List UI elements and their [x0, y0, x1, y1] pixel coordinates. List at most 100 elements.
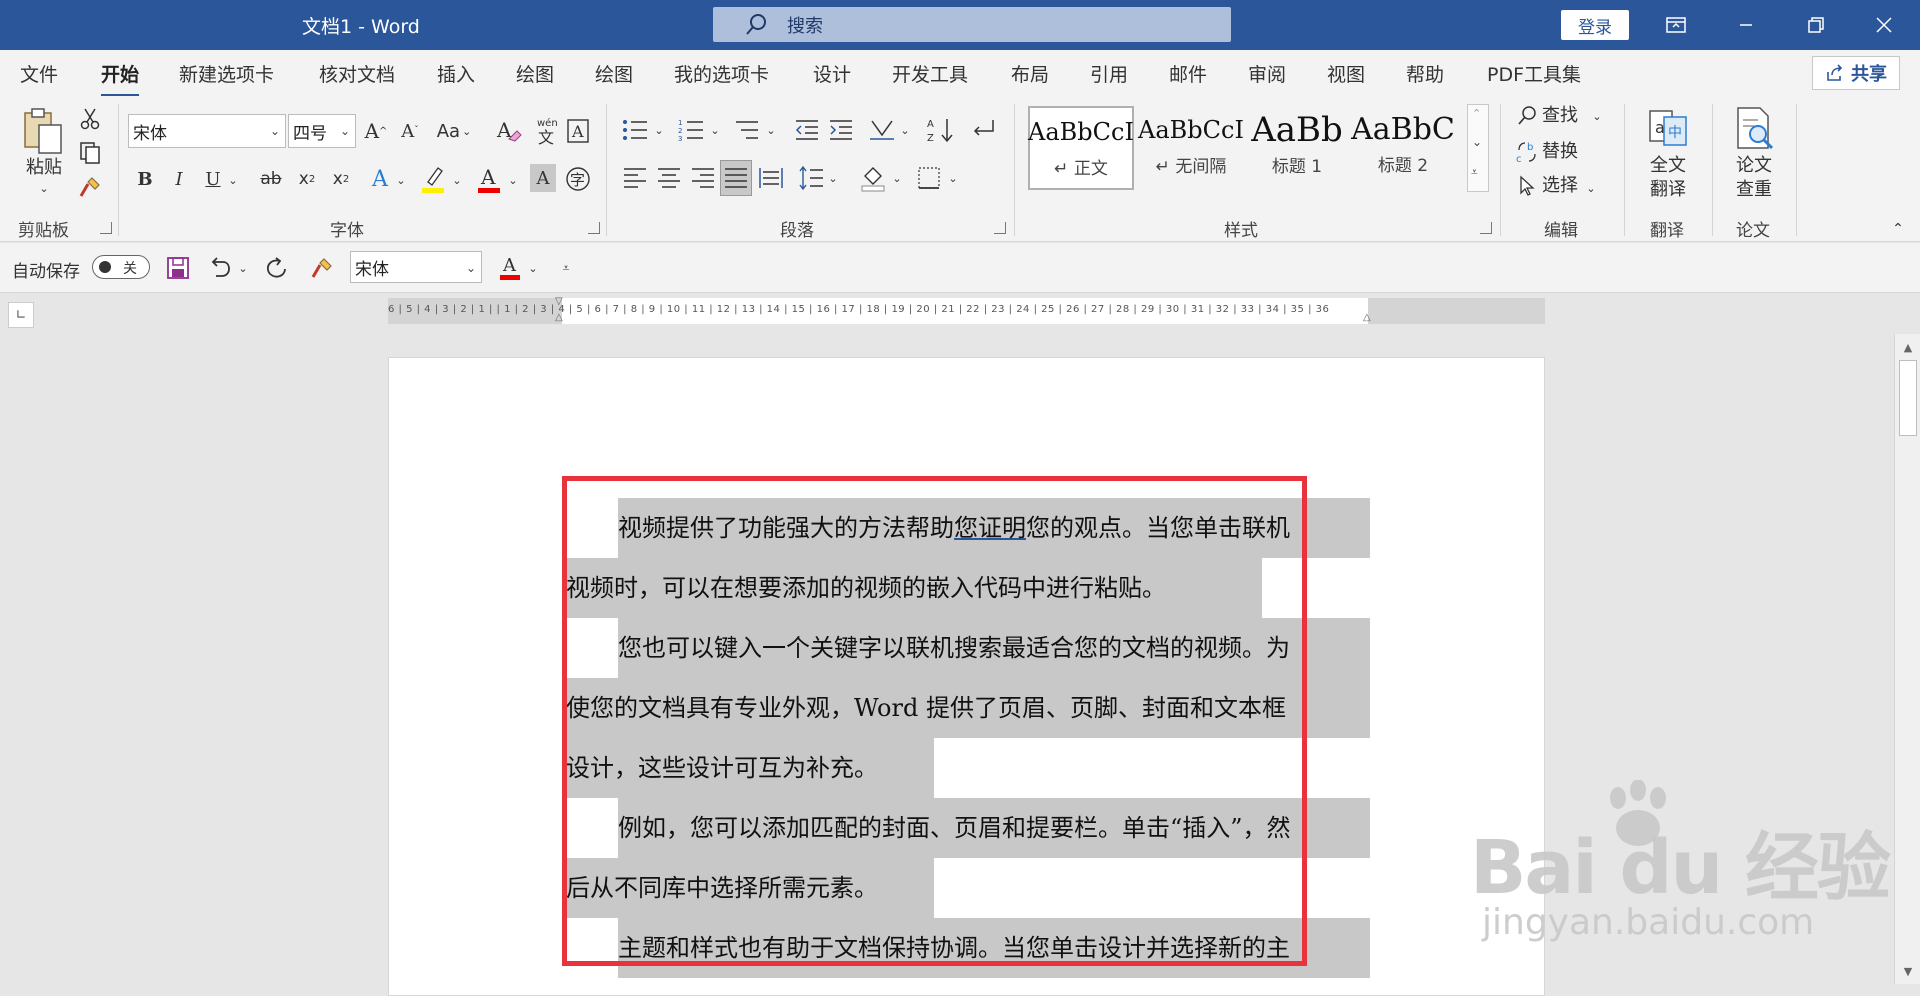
ribbon-display-options-icon[interactable] [1660, 10, 1692, 40]
style-no-spacing[interactable]: AaBbCcI ↵ 无间隔 [1138, 106, 1244, 190]
tab-pdf[interactable]: PDF工具集 [1487, 60, 1581, 87]
style-heading-2[interactable]: AaBbC 标题 2 [1350, 106, 1456, 190]
collapse-ribbon-icon[interactable]: ⌃ [1888, 220, 1908, 238]
phonetic-guide-icon[interactable]: wén 文 [532, 114, 562, 148]
font-color-icon[interactable]: A [474, 162, 504, 196]
chevron-down-icon[interactable]: ⌄ [506, 168, 520, 192]
tab-view[interactable]: 视图 [1327, 60, 1365, 87]
enclose-characters-icon[interactable]: 字 [564, 164, 592, 194]
scroll-thumb[interactable] [1899, 360, 1917, 436]
chevron-down-icon[interactable]: ⌄ [652, 118, 666, 142]
search-box[interactable]: 搜索 [713, 7, 1231, 42]
character-shading-icon[interactable]: A [530, 164, 556, 192]
chevron-down-icon[interactable]: ⌄ [898, 118, 912, 142]
replace-label[interactable]: 替换 [1542, 140, 1578, 164]
tab-draw-1[interactable]: 绘图 [516, 60, 554, 87]
change-case-button[interactable]: Aa ⌄ [434, 116, 474, 146]
indent-marker-icon[interactable]: △ [555, 312, 563, 323]
bullets-icon[interactable] [620, 114, 650, 146]
find-icon[interactable] [1514, 102, 1540, 130]
increase-indent-icon[interactable] [826, 114, 856, 146]
paste-icon[interactable] [20, 106, 66, 156]
vertical-scrollbar[interactable]: ▲ ▼ [1894, 334, 1920, 984]
customize-qat-icon[interactable]: ⩡ [556, 257, 576, 279]
tab-draw-2[interactable]: 绘图 [595, 60, 633, 87]
multilevel-list-icon[interactable] [732, 114, 762, 146]
align-right-icon[interactable] [688, 162, 718, 194]
shrink-font-icon[interactable]: Aˇ [396, 116, 424, 146]
select-label[interactable]: 选择 [1542, 174, 1578, 198]
font-size-select[interactable]: 四号 ⌄ [288, 114, 356, 148]
tab-proofread[interactable]: 核对文档 [319, 60, 395, 87]
chevron-down-icon[interactable]: ⌄ [946, 166, 960, 190]
copy-icon[interactable] [78, 140, 102, 166]
tab-selector-icon[interactable]: ∟ [8, 302, 34, 328]
login-button[interactable]: 登录 [1561, 10, 1629, 40]
paste-chevron-icon[interactable]: ⌄ [36, 182, 52, 195]
tab-mailings[interactable]: 邮件 [1169, 60, 1207, 87]
save-icon[interactable] [164, 253, 192, 283]
shading-icon[interactable] [858, 162, 888, 194]
chinese-layout-icon[interactable] [866, 114, 898, 146]
bold-icon[interactable]: B [132, 164, 158, 194]
cut-icon[interactable] [78, 106, 102, 132]
italic-icon[interactable]: I [166, 164, 192, 194]
tab-review[interactable]: 审阅 [1248, 60, 1286, 87]
chevron-down-icon[interactable]: ⌄ [226, 168, 240, 192]
decrease-indent-icon[interactable] [792, 114, 822, 146]
paper-check-icon[interactable] [1730, 104, 1778, 154]
style-normal[interactable]: AaBbCcI ↵ 正文 [1028, 106, 1134, 190]
chevron-down-icon[interactable]: ⌄ [708, 118, 722, 142]
styles-launcher-icon[interactable] [1480, 222, 1492, 234]
tab-my[interactable]: 我的选项卡 [674, 60, 769, 87]
tab-design[interactable]: 设计 [813, 60, 851, 87]
style-heading-1[interactable]: AaBb 标题 1 [1244, 106, 1350, 190]
paragraph-launcher-icon[interactable] [994, 222, 1006, 234]
chevron-down-icon[interactable]: ⌄ [236, 257, 250, 279]
chevron-down-icon[interactable]: ⌄ [394, 168, 408, 192]
paper-check-label[interactable]: 论文 查重 [1730, 154, 1778, 202]
close-icon[interactable] [1868, 10, 1900, 40]
justify-icon[interactable] [720, 160, 752, 196]
clear-formatting-icon[interactable]: A [494, 114, 524, 148]
select-cursor-icon[interactable] [1514, 172, 1540, 200]
chevron-down-icon[interactable]: ⌄ [526, 257, 540, 279]
chevron-down-icon[interactable]: ⌄ [1590, 104, 1604, 128]
restore-icon[interactable] [1800, 10, 1832, 40]
translate-icon[interactable]: a中 [1644, 104, 1692, 154]
right-indent-marker-icon[interactable]: △ [1363, 312, 1371, 323]
chevron-down-icon[interactable]: ⌄ [1584, 176, 1598, 200]
align-center-icon[interactable] [654, 162, 684, 194]
redo-icon[interactable] [262, 253, 290, 283]
horizontal-ruler[interactable]: 6 | 5 | 4 | 3 | 2 | 1 | | 1 | 2 | 3 | 4 … [388, 296, 1545, 324]
highlight-icon[interactable] [418, 162, 448, 196]
underline-icon[interactable]: U [200, 164, 226, 194]
chevron-down-icon[interactable]: ⌄ [764, 118, 778, 142]
tab-home[interactable]: 开始 [101, 60, 140, 97]
borders-icon[interactable] [914, 162, 944, 194]
indent-marker-icon[interactable]: ▽ [555, 296, 563, 307]
clipboard-launcher-icon[interactable] [100, 222, 112, 234]
undo-icon[interactable] [206, 253, 234, 283]
font-name-select[interactable]: 宋体 ⌄ [128, 114, 286, 148]
paste-label[interactable]: 粘贴 [22, 156, 66, 180]
character-border-icon[interactable]: A [564, 116, 592, 146]
subscript-icon[interactable]: x2 [294, 164, 320, 194]
chevron-down-icon[interactable]: ⌄ [890, 166, 904, 190]
text-effects-icon[interactable]: A [366, 164, 394, 194]
line-spacing-icon[interactable] [796, 162, 826, 194]
tab-new[interactable]: 新建选项卡 [179, 60, 274, 87]
minimize-icon[interactable] [1730, 10, 1762, 40]
replace-icon[interactable]: bc [1514, 138, 1540, 166]
qat-font-select[interactable]: 宋体 ⌄ [350, 251, 482, 283]
align-left-icon[interactable] [620, 162, 650, 194]
format-painter-icon[interactable] [78, 174, 102, 200]
strikethrough-icon[interactable]: ab [256, 164, 286, 194]
tab-layout[interactable]: 布局 [1011, 60, 1049, 87]
scroll-up-icon[interactable]: ▲ [1899, 338, 1917, 356]
show-marks-icon[interactable] [968, 114, 998, 146]
full-translate-label[interactable]: 全文 翻译 [1644, 154, 1692, 202]
autosave-toggle[interactable]: 关 [92, 255, 150, 279]
font-launcher-icon[interactable] [588, 222, 600, 234]
chevron-down-icon[interactable]: ⌄ [826, 166, 840, 190]
